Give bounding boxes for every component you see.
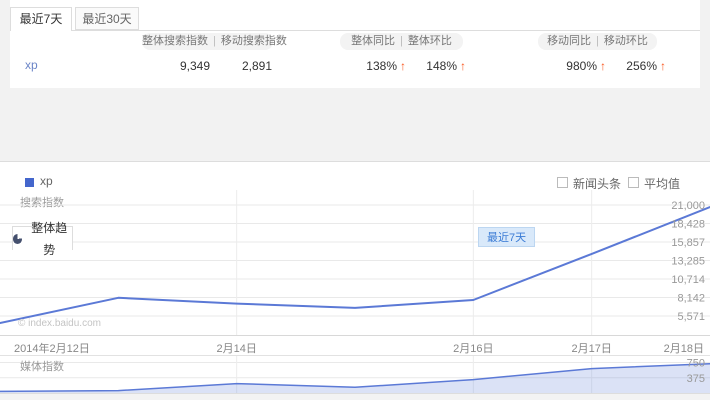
header-search-index-columns: 整体搜索指数|移动搜索指数 xyxy=(142,33,273,50)
trend-line xyxy=(0,207,710,323)
up-arrow-icon: ↑ xyxy=(660,58,666,74)
search-index-chart[interactable]: 21,000 18,428 15,857 13,285 10,714 8,142 5,571 xyxy=(0,190,710,335)
baidu-index-page: 最近7天 最近30天 整体搜索指数 | 移动搜索指数 整体同比 | 整体环比 移动同比 |… xyxy=(0,0,710,400)
summary-card: 最近7天 最近30天 整体搜索指数 | 移动搜索指数 整体同比 | 整体环比 移动同比 |… xyxy=(10,0,700,88)
mobile-search-index-value: 2,891 xyxy=(192,58,272,74)
x-axis: 2014年2月12日 2月14日 2月16日 2月17日 2月18日 xyxy=(0,335,710,356)
mobile-mom-value: 256%↑ xyxy=(586,58,666,74)
x-axis-tick-label: 2月18日 xyxy=(664,340,704,356)
up-arrow-icon: ↑ xyxy=(460,58,466,74)
media-index-chart[interactable]: 750375 xyxy=(0,356,710,393)
y-axis-label: 13,285 xyxy=(671,255,705,267)
y-axis-label: 750 xyxy=(687,358,705,370)
trend-section-header-band: 热点趋势 ? xp 2014-02-12 至 2014-02-18 全国 整体趋… xyxy=(0,88,710,162)
value-text: 148% xyxy=(426,58,457,74)
header-overall-search-index: 整体搜索指数 xyxy=(142,35,208,47)
tab-label: 整体趋势 xyxy=(26,217,72,261)
right-gutter xyxy=(700,0,710,88)
average-value-checkbox[interactable] xyxy=(628,177,639,188)
y-axis-label: 21,000 xyxy=(671,200,705,212)
header-mobile-mom: 移动环比 xyxy=(604,35,648,47)
column-divider: | xyxy=(213,35,216,47)
pie-chart-icon xyxy=(13,234,22,244)
y-axis-label: 375 xyxy=(687,373,705,385)
column-divider: | xyxy=(400,35,403,47)
x-axis-tick-label: 2014年2月12日 xyxy=(14,340,90,356)
header-mobile-ratio-columns: 移动同比 | 移动环比 xyxy=(538,33,657,50)
bottom-strip xyxy=(0,393,710,400)
legend-color-swatch[interactable] xyxy=(25,178,34,187)
tab-last-7-days[interactable]: 最近7天 xyxy=(10,7,72,31)
tab-last-30-days[interactable]: 最近30天 xyxy=(75,7,139,30)
y-axis-label: 10,714 xyxy=(671,274,705,286)
x-axis-tick-label: 2月17日 xyxy=(571,340,611,356)
value-text: 2,891 xyxy=(242,58,272,74)
y-axis-label: 18,428 xyxy=(671,218,705,230)
search-index-chart-svg: 21,000 18,428 15,857 13,285 10,714 8,142 5,571 xyxy=(0,190,710,335)
legend-series-label[interactable]: xp xyxy=(40,174,53,188)
header-overall-yoy: 整体同比 xyxy=(351,35,395,47)
y-axis-label: 5,571 xyxy=(677,311,705,323)
header-overall-mom: 整体环比 xyxy=(408,35,452,47)
keyword-link[interactable]: xp xyxy=(25,58,38,72)
header-overall-ratio-columns: 整体同比 | 整体环比 xyxy=(340,33,463,50)
watermark: © index.baidu.com xyxy=(18,318,101,329)
y-axis-label: 15,857 xyxy=(671,237,705,249)
value-text: 256% xyxy=(626,58,657,74)
range-button-7d[interactable]: 最近7天 xyxy=(478,227,535,247)
overall-mom-value: 148%↑ xyxy=(386,58,466,74)
y-axis-label: 8,142 xyxy=(677,292,705,304)
summary-tab-row: 最近7天 最近30天 xyxy=(10,7,700,31)
left-gutter xyxy=(0,0,10,88)
column-divider: | xyxy=(596,35,599,47)
header-mobile-yoy: 移动同比 xyxy=(547,35,591,47)
x-axis-tick-label: 2月16日 xyxy=(453,340,493,356)
media-index-chart-svg: 750375 xyxy=(0,356,710,393)
x-axis-tick-label: 2月14日 xyxy=(216,340,256,356)
tab-overall-trend[interactable]: 整体趋势 xyxy=(12,226,73,250)
media-index-axis-title: 媒体指数 xyxy=(20,358,64,374)
header-mobile-search-index: 移动搜索指数 xyxy=(221,35,287,47)
news-headlines-checkbox[interactable] xyxy=(557,177,568,188)
